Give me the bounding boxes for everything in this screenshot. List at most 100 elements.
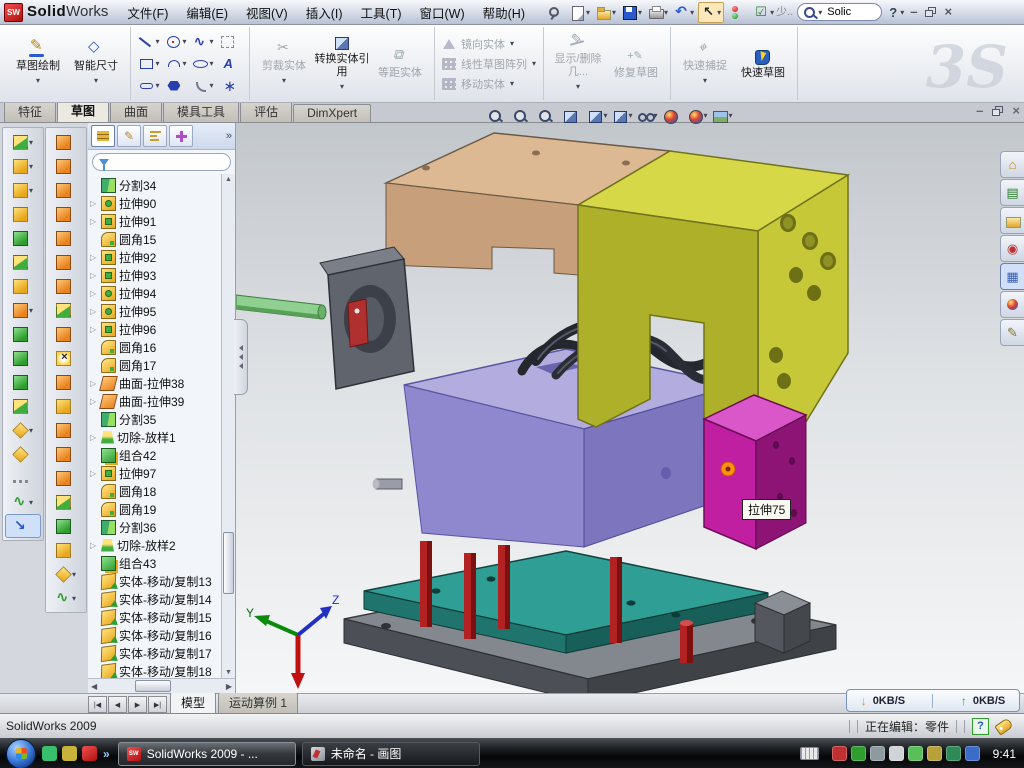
section-view-icon[interactable]: ▾ bbox=[561, 106, 585, 126]
extruded-cut-icon[interactable]: ▾ bbox=[5, 154, 41, 178]
design-library-icon[interactable] bbox=[1000, 179, 1024, 206]
tree-vertical-scrollbar[interactable]: ▲ ▼ bbox=[221, 174, 235, 678]
quick-launch-chevron-icon[interactable]: » bbox=[103, 747, 110, 761]
tab-motion-study[interactable]: 运动算例 1 bbox=[218, 692, 298, 713]
dropdown-caret-icon[interactable]: ▾ bbox=[586, 8, 590, 17]
featuremanager-tab-icon[interactable] bbox=[91, 125, 115, 147]
tree-item[interactable]: ▷ 圆角19 bbox=[90, 500, 221, 518]
expand-arrow-icon[interactable]: ▷ bbox=[90, 541, 98, 550]
freeform-icon[interactable]: ▾ bbox=[48, 514, 84, 538]
menu-window[interactable]: 窗口(W) bbox=[411, 0, 474, 25]
sketch-button[interactable]: 草图绘制 ▾ bbox=[9, 39, 67, 89]
select-icon[interactable]: ▾ bbox=[698, 2, 724, 23]
tree-item[interactable]: ▷ 组合43 bbox=[90, 554, 221, 572]
scrollbar-thumb[interactable] bbox=[223, 532, 234, 594]
filled-surface-icon[interactable]: ▾ bbox=[48, 226, 84, 250]
dropdown-caret-icon[interactable]: ▾ bbox=[72, 594, 76, 603]
knit-surface-icon[interactable]: ▾ bbox=[48, 298, 84, 322]
menu-view[interactable]: 视图(V) bbox=[237, 0, 297, 25]
close-button[interactable]: × bbox=[944, 7, 952, 17]
dropdown-caret-icon[interactable]: ▾ bbox=[155, 59, 159, 68]
swept-surface-icon[interactable]: ▾ bbox=[48, 130, 84, 154]
scroll-left-icon[interactable]: ◀ bbox=[88, 682, 100, 691]
sketch-fillet-icon[interactable]: ▾ bbox=[190, 75, 217, 97]
tree-item[interactable]: ▷ 分割36 bbox=[90, 518, 221, 536]
arc-icon[interactable]: ▾ bbox=[163, 53, 190, 75]
solidworks-quick-icon[interactable] bbox=[82, 746, 97, 761]
resources-icon[interactable] bbox=[1000, 151, 1024, 178]
tree-item[interactable]: ▷ 分割34 bbox=[90, 176, 221, 194]
network-warning-icon[interactable] bbox=[927, 746, 942, 761]
linear-sketch-pattern[interactable]: 线性草图阵列 ▾ bbox=[440, 55, 538, 73]
display-style-icon[interactable]: ▾ bbox=[611, 106, 635, 126]
curve-tool-icon[interactable]: ▾ bbox=[5, 490, 41, 514]
tab-surfaces[interactable]: 曲面 bbox=[110, 101, 162, 122]
extruded-surface-icon[interactable]: ▾ bbox=[48, 178, 84, 202]
tree-item[interactable]: ▷ 拉伸95 bbox=[90, 302, 221, 320]
instant3d-icon[interactable]: ▾ bbox=[5, 514, 41, 538]
dropdown-caret-icon[interactable]: ▾ bbox=[209, 59, 213, 68]
graphics-viewport[interactable]: Y Z X 拉伸75 bbox=[236, 123, 1024, 693]
dropdown-caret-icon[interactable]: ▾ bbox=[29, 306, 33, 315]
expand-arrow-icon[interactable]: ▷ bbox=[90, 307, 98, 316]
scroll-down-icon[interactable]: ▼ bbox=[225, 667, 232, 678]
last-tab-button[interactable]: ▶| bbox=[148, 696, 167, 713]
options-icon[interactable]: ▾ bbox=[752, 3, 776, 22]
tab-mold-tools[interactable]: 模具工具 bbox=[163, 101, 239, 122]
dropdown-caret-icon[interactable]: ▾ bbox=[603, 111, 607, 120]
mirror-feature-icon[interactable]: ▾ bbox=[5, 370, 41, 394]
defender-icon[interactable] bbox=[946, 746, 961, 761]
draft-icon[interactable]: ▾ bbox=[5, 250, 41, 274]
dropdown-caret-icon[interactable]: ▾ bbox=[155, 81, 159, 90]
dropdown-caret-icon[interactable]: ▾ bbox=[155, 37, 159, 46]
doc-restore-button[interactable] bbox=[992, 106, 1003, 116]
rapid-sketch-button[interactable]: 快速草图 bbox=[734, 46, 792, 82]
tag-icon[interactable] bbox=[994, 717, 1013, 735]
planar-surface-icon[interactable]: ▾ bbox=[48, 274, 84, 298]
convert-entities-button[interactable]: 转换实体引用 ▾ bbox=[313, 32, 371, 95]
restore-button[interactable] bbox=[925, 7, 936, 17]
expand-arrow-icon[interactable]: ▷ bbox=[90, 199, 98, 208]
ruled-surface-icon[interactable]: ▾ bbox=[48, 466, 84, 490]
dropdown-caret-icon[interactable]: ▾ bbox=[209, 37, 213, 46]
prev-tab-button[interactable]: ◀ bbox=[108, 696, 127, 713]
more-tabs-icon[interactable]: » bbox=[226, 130, 232, 142]
delete-face-icon[interactable]: ▾ bbox=[48, 346, 84, 370]
expand-arrow-icon[interactable]: ▷ bbox=[90, 397, 98, 406]
dropdown-caret-icon[interactable]: ▾ bbox=[182, 37, 186, 46]
convert-caret-icon[interactable]: ▾ bbox=[340, 80, 344, 93]
tab-dimxpert[interactable]: DimXpert bbox=[293, 104, 371, 122]
print-icon[interactable]: ▾ bbox=[646, 3, 670, 22]
offset-entities-button[interactable]: 等距实体 bbox=[371, 46, 429, 82]
custom-properties-icon[interactable] bbox=[1000, 319, 1024, 346]
expand-arrow-icon[interactable]: ▷ bbox=[90, 469, 98, 478]
search-box[interactable]: ▾ bbox=[797, 3, 882, 21]
trim-entities-button[interactable]: 剪裁实体 ▾ bbox=[255, 39, 313, 89]
tree-item[interactable]: ▷ 圆角16 bbox=[90, 338, 221, 356]
view-orientation-icon[interactable]: ▾ bbox=[536, 106, 560, 126]
replace-face-icon[interactable]: ▾ bbox=[48, 370, 84, 394]
surface-fillet-icon[interactable]: ▾ bbox=[48, 538, 84, 562]
sync-icon[interactable] bbox=[908, 746, 923, 761]
security-alert-icon[interactable] bbox=[832, 746, 847, 761]
tab-sketch[interactable]: 草图 bbox=[57, 100, 109, 122]
tree-item[interactable]: ▷ 实体-移动/复制14 bbox=[90, 590, 221, 608]
spline-icon[interactable]: ▾ bbox=[190, 31, 217, 53]
dome-icon[interactable]: ▾ bbox=[48, 490, 84, 514]
shell-icon[interactable]: ▾ bbox=[5, 226, 41, 250]
pin-icon[interactable]: ▾ bbox=[542, 3, 566, 22]
reference-plane-icon[interactable]: ▾ bbox=[5, 442, 41, 466]
new-document-icon[interactable]: ▾ bbox=[568, 3, 592, 22]
loft-icon[interactable]: ▾ bbox=[5, 202, 41, 226]
move-copy-body-icon[interactable]: ▾ bbox=[5, 394, 41, 418]
edit-appearance-icon[interactable]: ▾ bbox=[661, 106, 685, 126]
quick-snaps-button[interactable]: 快速捕捉 ▾ bbox=[676, 39, 734, 89]
dropdown-caret-icon[interactable]: ▾ bbox=[638, 8, 642, 17]
help-caret-icon[interactable]: ▾ bbox=[900, 8, 904, 17]
search-input[interactable] bbox=[825, 5, 875, 19]
dropdown-caret-icon[interactable]: ▾ bbox=[717, 8, 721, 17]
step-block-part[interactable] bbox=[755, 591, 810, 653]
dropdown-caret-icon[interactable]: ▾ bbox=[29, 498, 33, 507]
search-caret-icon[interactable]: ▾ bbox=[818, 8, 822, 17]
dropdown-caret-icon[interactable]: ▾ bbox=[612, 8, 616, 17]
